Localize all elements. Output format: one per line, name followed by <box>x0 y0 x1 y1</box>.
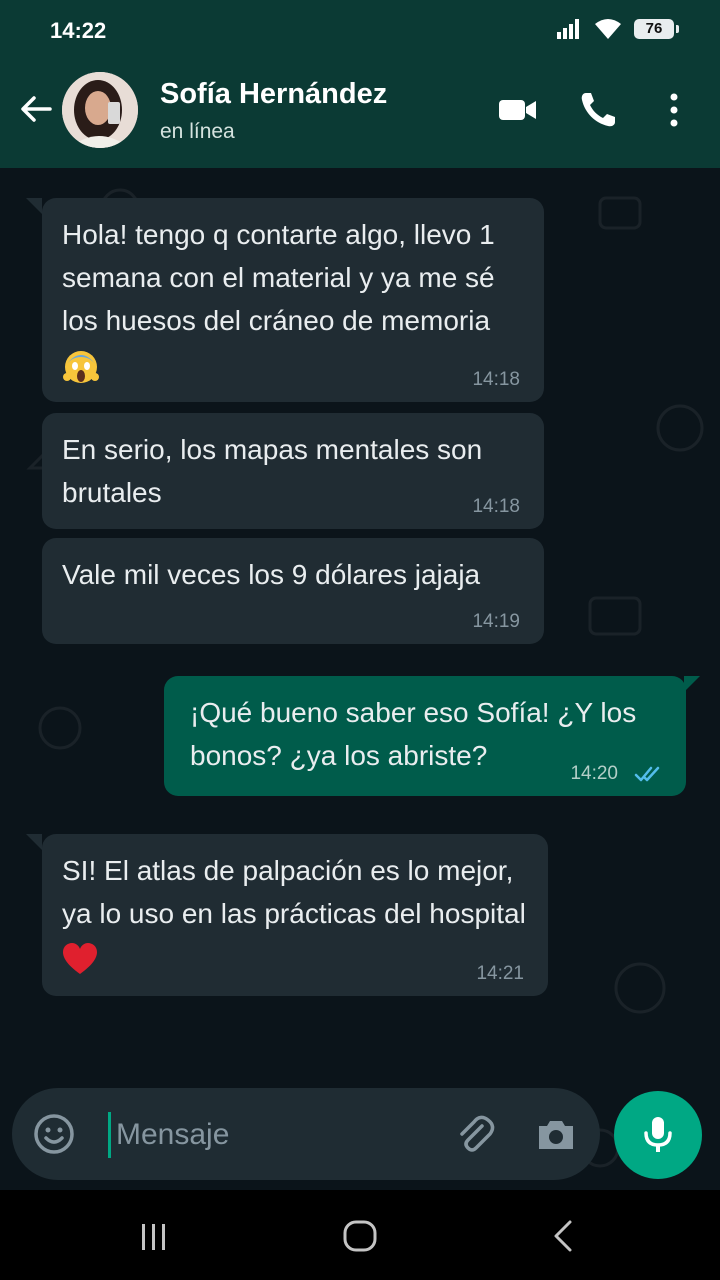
message-text: SI! El atlas de palpación es lo mejor, y… <box>62 855 526 929</box>
signal-icon <box>557 19 579 39</box>
system-navigation-bar <box>0 1190 720 1280</box>
paperclip-icon[interactable] <box>452 1112 496 1156</box>
scream-emoji-icon <box>63 350 99 383</box>
message-time: 14:18 <box>472 369 520 390</box>
camera-icon[interactable] <box>534 1112 578 1156</box>
home-icon[interactable] <box>340 1216 380 1256</box>
microphone-icon <box>644 1117 672 1152</box>
phone-call-icon[interactable] <box>576 88 620 132</box>
message-text-container: SI! El atlas de palpación es lo mejor, y… <box>62 849 530 978</box>
message-bubble-incoming[interactable]: SI! El atlas de palpación es lo mejor, y… <box>42 834 548 996</box>
chat-header: Sofía Hernández en línea <box>0 62 720 168</box>
wifi-icon <box>595 19 621 39</box>
emoji-icon[interactable] <box>32 1112 76 1156</box>
double-check-read-icon <box>634 766 660 782</box>
recent-apps-icon[interactable] <box>134 1216 174 1256</box>
whatsapp-chat-screen: 14:22 76 Sofía Hernández en línea Hola! … <box>0 0 720 1280</box>
contact-avatar[interactable] <box>62 72 138 148</box>
status-time: 14:22 <box>50 18 107 43</box>
text-caret <box>108 1112 111 1158</box>
message-time: 14:20 <box>570 763 618 784</box>
status-icons: 76 <box>556 18 679 40</box>
chat-messages-area[interactable]: Hola! tengo q contarte algo, llevo 1 sem… <box>0 168 720 1190</box>
message-bubble-incoming[interactable]: En serio, los mapas mentales son brutale… <box>42 413 544 529</box>
message-bubble-incoming[interactable]: Vale mil veces los 9 dólares jajaja 14:1… <box>42 538 544 644</box>
message-text-container: Vale mil veces los 9 dólares jajaja <box>62 553 526 596</box>
contact-status: en línea <box>160 120 235 143</box>
message-text: En serio, los mapas mentales son brutale… <box>62 434 483 508</box>
back-nav-icon[interactable] <box>544 1216 584 1256</box>
message-text: Vale mil veces los 9 dólares jajaja <box>62 559 481 590</box>
contact-name[interactable]: Sofía Hernández <box>160 78 387 111</box>
red-heart-emoji-icon <box>63 942 97 974</box>
message-time: 14:21 <box>476 963 524 984</box>
message-text-container: En serio, los mapas mentales son brutale… <box>62 428 526 514</box>
message-text: Hola! tengo q contarte algo, llevo 1 sem… <box>62 219 495 336</box>
bubble-tail <box>684 676 700 692</box>
message-bubble-outgoing[interactable]: ¡Qué bueno saber eso Sofía! ¿Y los bonos… <box>164 676 686 796</box>
status-bar: 14:22 76 <box>0 0 720 62</box>
message-time: 14:19 <box>472 611 520 632</box>
message-composer <box>12 1088 600 1180</box>
back-arrow-icon[interactable] <box>16 89 56 129</box>
message-text: ¡Qué bueno saber eso Sofía! ¿Y los bonos… <box>190 697 637 771</box>
bubble-tail <box>26 198 42 214</box>
more-options-icon[interactable] <box>652 88 696 132</box>
battery-indicator: 76 <box>634 19 679 39</box>
message-time: 14:18 <box>472 496 520 517</box>
message-input[interactable] <box>114 1110 438 1160</box>
microphone-button[interactable] <box>614 1091 702 1179</box>
battery-level: 76 <box>645 20 663 37</box>
video-call-icon[interactable] <box>496 88 540 132</box>
message-bubble-incoming[interactable]: Hola! tengo q contarte algo, llevo 1 sem… <box>42 198 544 402</box>
message-text-container: Hola! tengo q contarte algo, llevo 1 sem… <box>62 213 526 385</box>
bubble-tail <box>26 834 42 850</box>
